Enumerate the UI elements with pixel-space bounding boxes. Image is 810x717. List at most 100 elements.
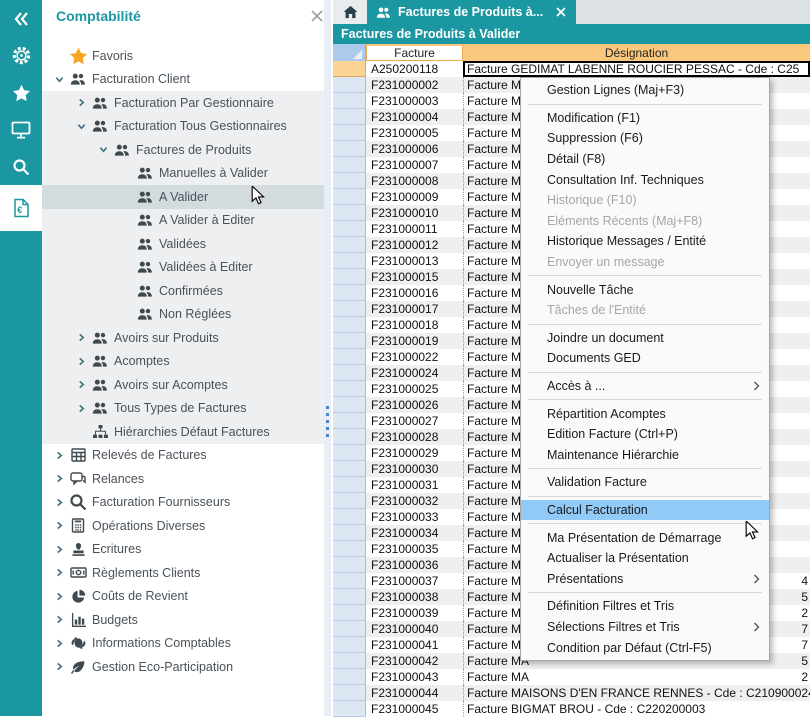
row-selector-cell[interactable]: [333, 397, 366, 413]
row-selector-cell[interactable]: [333, 205, 366, 221]
row-selector-cell[interactable]: [333, 365, 366, 381]
facture-cell[interactable]: F231000007: [366, 157, 463, 173]
designation-cell[interactable]: Facture GEDIMAT LABENNE ROUCIER PESSAC -…: [463, 61, 810, 77]
facture-cell[interactable]: F231000028: [366, 429, 463, 445]
row-selector-cell[interactable]: [333, 541, 366, 557]
row-selector-cell[interactable]: [333, 621, 366, 637]
row-selector-cell[interactable]: [333, 605, 366, 621]
facture-cell[interactable]: F231000010: [366, 205, 463, 221]
facture-cell[interactable]: F231000015: [366, 269, 463, 285]
row-selector-cell[interactable]: [333, 573, 366, 589]
row-selector-cell[interactable]: [333, 221, 366, 237]
row-selector-cell[interactable]: [333, 525, 366, 541]
sidebar-item-gestion-eco-participation[interactable]: Gestion Eco-Participation: [42, 655, 326, 679]
facture-cell[interactable]: F231000042: [366, 653, 463, 669]
table-row[interactable]: F231000045Facture BIGMAT BROU - Cde : C2…: [333, 701, 810, 717]
sidebar-item-a-valider[interactable]: A Valider: [42, 185, 326, 209]
sidebar-item-validees-a-editer[interactable]: Validées à Editer: [42, 256, 326, 280]
facture-cell[interactable]: F231000033: [366, 509, 463, 525]
sidebar-item-facturation-fournisseurs[interactable]: Facturation Fournisseurs: [42, 491, 326, 515]
menu-item-definition-filtres-et-tris[interactable]: Définition Filtres et Tris: [521, 596, 769, 617]
sidebar-item-manuelles-a-valider[interactable]: Manuelles à Valider: [42, 162, 326, 186]
facture-cell[interactable]: F231000025: [366, 381, 463, 397]
rail-accounting-button[interactable]: €: [0, 185, 42, 231]
sidebar-item-operations-diverses[interactable]: Opérations Diverses: [42, 514, 326, 538]
row-selector-cell[interactable]: [333, 477, 366, 493]
menu-item-documents-ged[interactable]: Documents GED: [521, 348, 769, 369]
facture-cell[interactable]: F231000031: [366, 477, 463, 493]
rail-collapse-button[interactable]: [0, 0, 42, 37]
row-selector-cell[interactable]: [333, 61, 366, 77]
table-row[interactable]: F231000044Facture MAISONS D'EN FRANCE RE…: [333, 685, 810, 701]
menu-item-maintenance-hierarchie[interactable]: Maintenance Hiérarchie: [521, 445, 769, 466]
row-selector-cell[interactable]: [333, 77, 366, 93]
facture-cell[interactable]: F231000039: [366, 605, 463, 621]
row-selector-cell[interactable]: [333, 173, 366, 189]
tab-close-icon[interactable]: [556, 7, 566, 17]
menu-item-detail-f8[interactable]: Détail (F8): [521, 149, 769, 170]
row-selector-cell[interactable]: [333, 333, 366, 349]
facture-cell[interactable]: F231000016: [366, 285, 463, 301]
facture-cell[interactable]: F231000022: [366, 349, 463, 365]
row-selector-cell[interactable]: [333, 141, 366, 157]
facture-cell[interactable]: F231000029: [366, 445, 463, 461]
menu-item-condition-par-defaut-ctrl-f5[interactable]: Condition par Défaut (Ctrl-F5): [521, 637, 769, 658]
designation-cell[interactable]: Facture BIGMAT BROU - Cde : C220200003: [463, 701, 810, 717]
facture-cell[interactable]: F231000009: [366, 189, 463, 205]
facture-cell[interactable]: F231000011: [366, 221, 463, 237]
facture-cell[interactable]: F231000030: [366, 461, 463, 477]
menu-item-selections-filtres-et-tris[interactable]: Sélections Filtres et Tris: [521, 617, 769, 638]
facture-cell[interactable]: F231000017: [366, 301, 463, 317]
sidebar-item-ecritures[interactable]: Ecritures: [42, 538, 326, 562]
row-selector-cell[interactable]: [333, 589, 366, 605]
sidebar-item-a-valider-a-editer[interactable]: A Valider à Editer: [42, 209, 326, 233]
row-selector-cell[interactable]: [333, 301, 366, 317]
menu-item-ma-presentation-de-demarrage[interactable]: Ma Présentation de Démarrage: [521, 527, 769, 548]
row-selector-cell[interactable]: [333, 269, 366, 285]
row-selector-cell[interactable]: [333, 109, 366, 125]
sidebar-item-couts-de-revient[interactable]: Coûts de Revient: [42, 585, 326, 609]
menu-item-acces-a[interactable]: Accès à ...: [521, 376, 769, 397]
sidebar-item-facturation-client[interactable]: Facturation Client: [42, 68, 326, 92]
facture-cell[interactable]: F231000036: [366, 557, 463, 573]
column-header-facture[interactable]: Facture: [366, 44, 463, 61]
sidebar-item-confirmees[interactable]: Confirmées: [42, 279, 326, 303]
menu-item-edition-facture-ctrl-p[interactable]: Edition Facture (Ctrl+P): [521, 424, 769, 445]
row-selector-cell[interactable]: [333, 493, 366, 509]
designation-cell[interactable]: Facture MAISONS D'EN FRANCE RENNES - Cde…: [463, 685, 810, 701]
menu-item-actualiser-la-presentation[interactable]: Actualiser la Présentation: [521, 548, 769, 569]
facture-cell[interactable]: F231000019: [366, 333, 463, 349]
facture-cell[interactable]: F231000012: [366, 237, 463, 253]
sidebar-item-budgets[interactable]: Budgets: [42, 608, 326, 632]
menu-item-consultation-inf-techniques[interactable]: Consultation Inf. Techniques: [521, 169, 769, 190]
sidebar-item-informations-comptables[interactable]: Informations Comptables: [42, 632, 326, 656]
row-selector-cell[interactable]: [333, 413, 366, 429]
sidebar-item-avoirs-sur-acomptes[interactable]: Avoirs sur Acomptes: [42, 373, 326, 397]
row-selector-cell[interactable]: [333, 253, 366, 269]
row-selector-cell[interactable]: [333, 701, 366, 717]
row-selector-cell[interactable]: [333, 157, 366, 173]
sidebar-item-hierarchies-defaut-factures[interactable]: Hiérarchies Défaut Factures: [42, 420, 326, 444]
row-selector-cell[interactable]: [333, 557, 366, 573]
menu-item-presentations[interactable]: Présentations: [521, 568, 769, 589]
facture-cell[interactable]: F231000018: [366, 317, 463, 333]
row-selector-cell[interactable]: [333, 317, 366, 333]
tab-factures-de-produits[interactable]: Factures de Produits à...: [367, 0, 576, 24]
close-icon[interactable]: [311, 10, 323, 22]
row-selector-cell[interactable]: [333, 461, 366, 477]
row-selector-cell[interactable]: [333, 381, 366, 397]
facture-cell[interactable]: F231000004: [366, 109, 463, 125]
facture-cell[interactable]: F231000026: [366, 397, 463, 413]
facture-cell[interactable]: F231000027: [366, 413, 463, 429]
sidebar-item-facturation-par-gestionnaire[interactable]: Facturation Par Gestionnaire: [42, 91, 326, 115]
menu-item-modification-f1[interactable]: Modification (F1): [521, 108, 769, 129]
facture-cell[interactable]: F231000006: [366, 141, 463, 157]
facture-cell[interactable]: F231000035: [366, 541, 463, 557]
menu-item-nouvelle-tache[interactable]: Nouvelle Tâche: [521, 279, 769, 300]
sidebar-item-acomptes[interactable]: Acomptes: [42, 350, 326, 374]
facture-cell[interactable]: F231000043: [366, 669, 463, 685]
row-selector-cell[interactable]: [333, 429, 366, 445]
row-selector-cell[interactable]: [333, 189, 366, 205]
column-header-designation[interactable]: Désignation: [463, 44, 810, 61]
rail-desktop-button[interactable]: [0, 111, 42, 148]
